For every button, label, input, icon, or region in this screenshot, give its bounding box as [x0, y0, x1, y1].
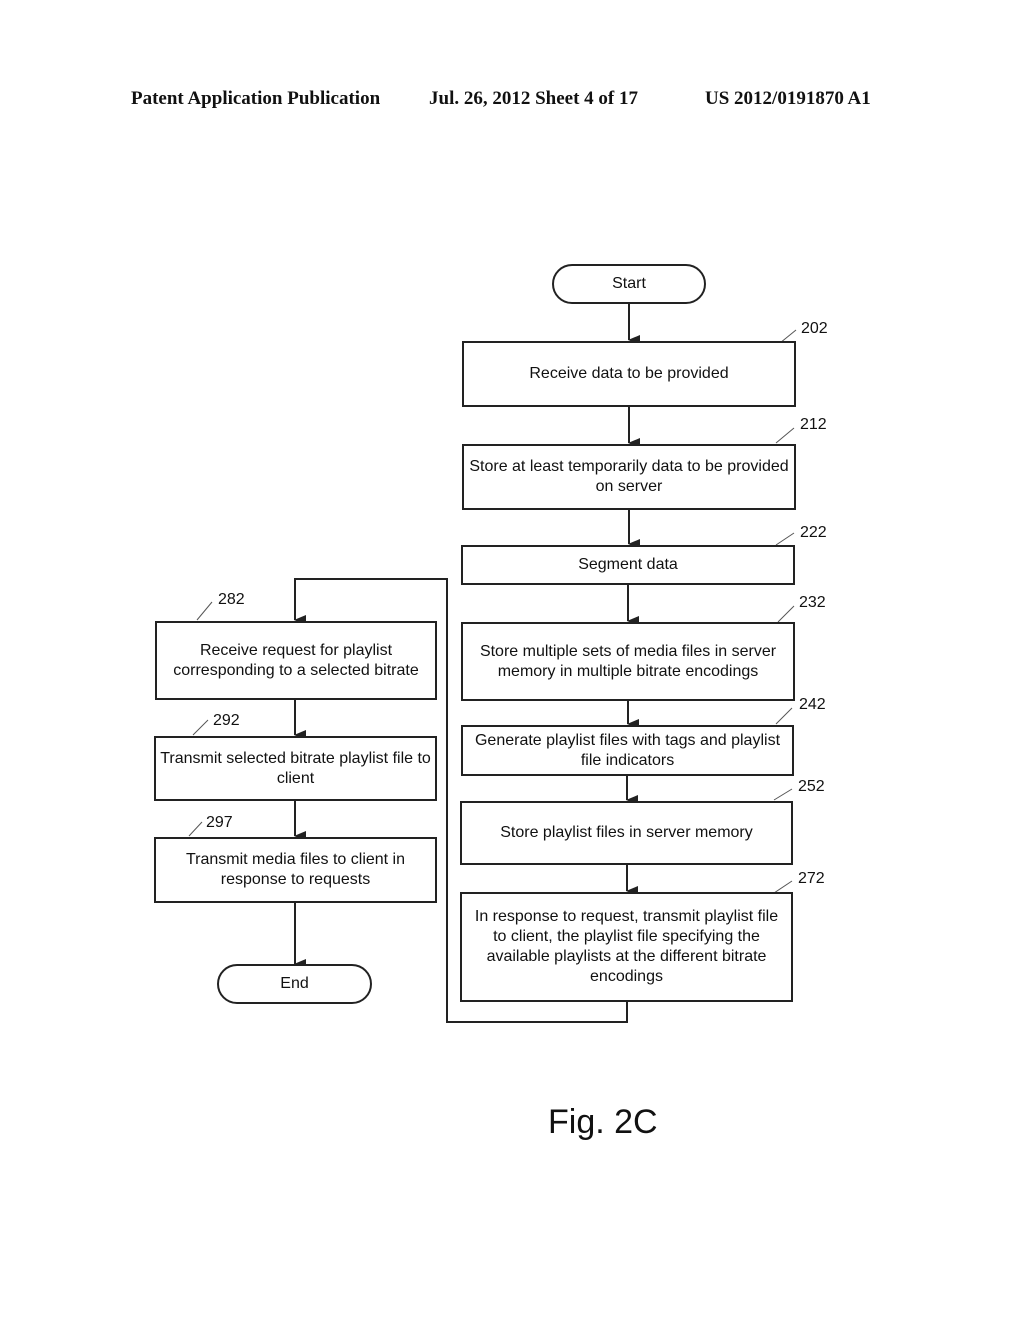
end-terminal: End — [217, 964, 372, 1004]
figure-label: Fig. 2C — [548, 1103, 658, 1141]
start-terminal: Start — [552, 264, 706, 304]
leader-282 — [196, 601, 213, 621]
step-252-box: Store playlist files in server memory — [460, 801, 793, 865]
leader-242 — [775, 707, 793, 725]
ref-212: 212 — [800, 416, 827, 433]
leader-212 — [775, 427, 795, 444]
step-202-box: Receive data to be provided — [462, 341, 796, 407]
ref-222: 222 — [800, 524, 827, 541]
ref-297: 297 — [206, 814, 233, 831]
step-272-box: In response to request, transmit playlis… — [460, 892, 793, 1002]
step-242-box: Generate playlist files with tags and pl… — [461, 725, 794, 776]
ref-272: 272 — [798, 870, 825, 887]
step-282-box: Receive request for playlist correspondi… — [155, 621, 437, 700]
leader-232 — [777, 605, 795, 623]
step-292-box: Transmit selected bitrate playlist file … — [154, 736, 437, 801]
leader-297 — [188, 821, 203, 837]
ref-292: 292 — [213, 712, 240, 729]
step-222-box: Segment data — [461, 545, 795, 585]
step-232-box: Store multiple sets of media files in se… — [461, 622, 795, 701]
ref-202: 202 — [801, 320, 828, 337]
step-297-box: Transmit media files to client in respon… — [154, 837, 437, 903]
ref-282: 282 — [218, 591, 245, 608]
step-212-box: Store at least temporarily data to be pr… — [462, 444, 796, 510]
ref-232: 232 — [799, 594, 826, 611]
ref-252: 252 — [798, 778, 825, 795]
leader-222 — [775, 532, 795, 546]
leader-252 — [773, 788, 793, 801]
ref-242: 242 — [799, 696, 826, 713]
leader-292 — [192, 719, 209, 736]
